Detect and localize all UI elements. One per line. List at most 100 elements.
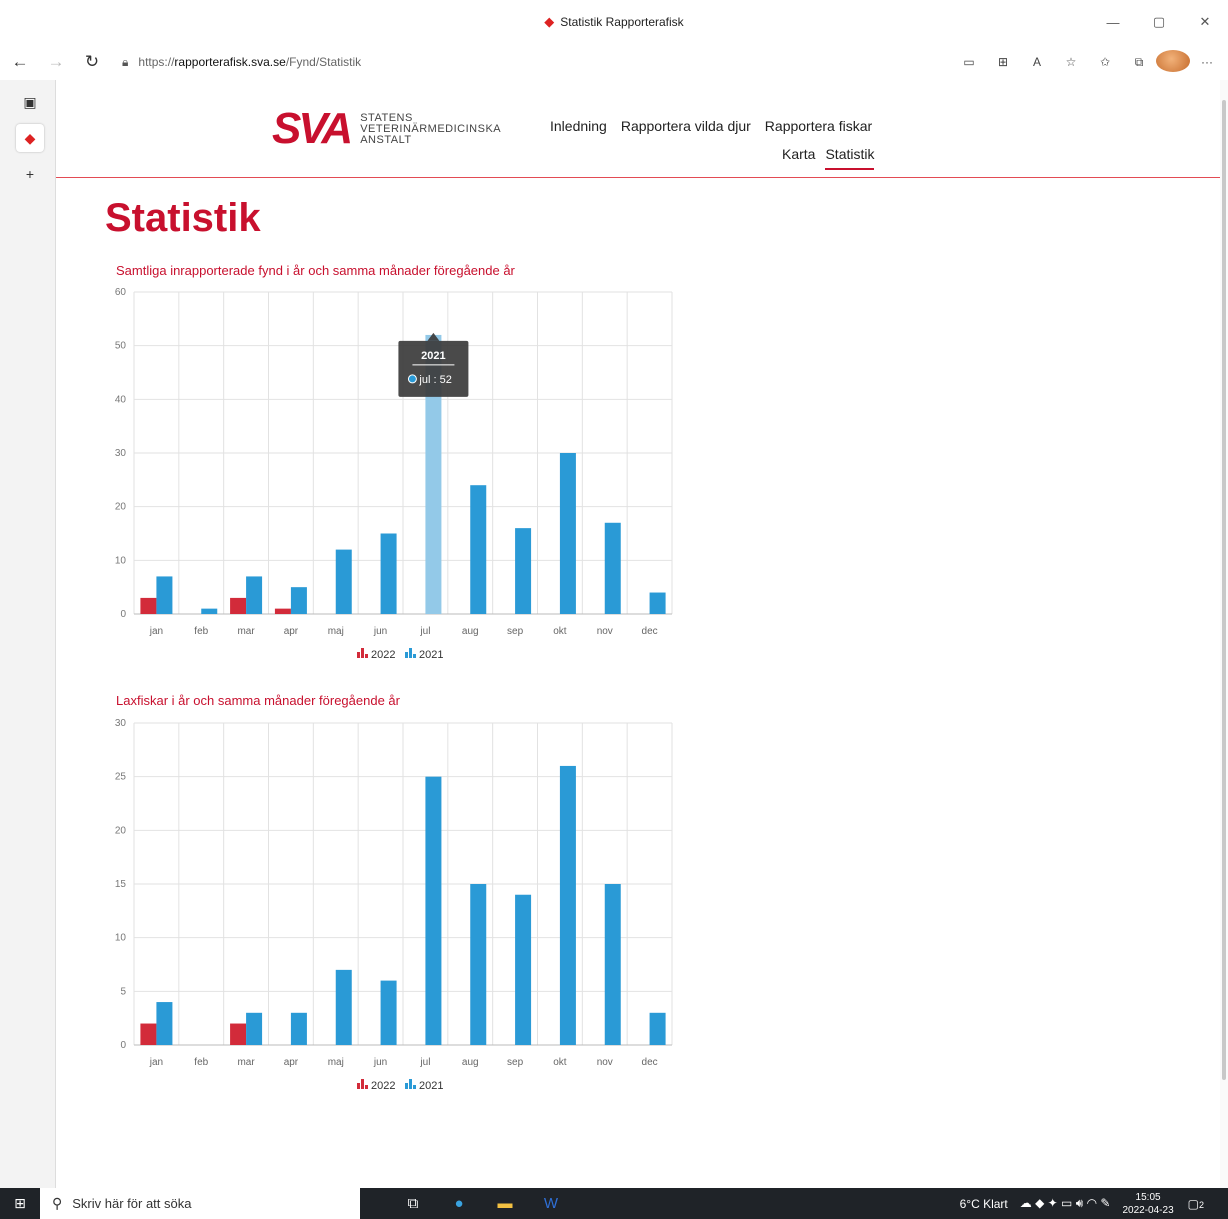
clock-time: 15:05 xyxy=(1135,1191,1161,1203)
windows-start-icon[interactable]: ⊞ xyxy=(0,1188,40,1219)
bar-2021-dec[interactable] xyxy=(649,1012,666,1045)
x-tick-label: apr xyxy=(284,1057,299,1068)
back-button[interactable]: ← xyxy=(4,47,36,77)
legend-item-2021[interactable]: 2021 xyxy=(405,1079,443,1092)
bar-2022-mar[interactable] xyxy=(230,597,247,614)
url-prefix: https:// xyxy=(138,55,175,69)
bar-2021-okt[interactable] xyxy=(559,453,576,614)
fish-icon: ◆ xyxy=(544,14,555,29)
close-button[interactable]: ✕ xyxy=(1182,0,1228,44)
y-tick-label: 25 xyxy=(115,772,127,783)
chart-title: Laxfiskar i år och samma månader föregåe… xyxy=(116,693,400,708)
task-view-icon[interactable]: ⧉ xyxy=(390,1195,436,1212)
page-scrollbar[interactable] xyxy=(1220,80,1228,1188)
tab-rapporterafisk[interactable]: ◆ xyxy=(16,124,44,152)
legend-bar-icon xyxy=(413,1085,416,1089)
x-tick-label: aug xyxy=(462,626,479,637)
browser-toolbar: ← → ↻ 🔒︎ https://rapporterafisk.sva.se/F… xyxy=(0,44,1228,80)
bar-2021-mar[interactable] xyxy=(246,576,263,614)
word-icon[interactable]: W xyxy=(528,1195,574,1212)
y-tick-label: 10 xyxy=(115,555,127,566)
legend-item-2022[interactable]: 2022 xyxy=(357,1079,395,1092)
x-tick-label: okt xyxy=(553,1057,567,1068)
x-tick-label: nov xyxy=(597,626,613,637)
bar-2021-jan[interactable] xyxy=(156,576,173,614)
bar-2021-sep[interactable] xyxy=(515,528,532,614)
legend-bar-icon xyxy=(409,1079,412,1089)
collections-icon[interactable]: ⧉ xyxy=(1122,55,1156,70)
legend-item-2022[interactable]: 2022 xyxy=(357,648,395,661)
bar-2021-jun[interactable] xyxy=(380,533,397,615)
tray-icons[interactable]: ☁ ◆ ✦ ▭ 🔊︎ ◠ ✎ xyxy=(1020,1196,1111,1211)
bar-2022-mar[interactable] xyxy=(230,1023,247,1045)
address-bar[interactable]: 🔒︎ https://rapporterafisk.sva.se/Fynd/St… xyxy=(122,47,882,77)
legend-bar-icon xyxy=(409,648,412,658)
x-tick-label: nov xyxy=(597,1057,613,1068)
bar-2021-maj[interactable] xyxy=(335,969,352,1045)
forward-button[interactable]: → xyxy=(40,47,72,77)
bar-2021-aug[interactable] xyxy=(470,884,487,1045)
legend-bar-icon xyxy=(357,652,360,658)
x-tick-label: sep xyxy=(507,1057,524,1068)
menu-item-inledning[interactable]: Inledning xyxy=(550,118,607,134)
x-tick-label: jun xyxy=(373,1057,387,1068)
bar-2021-aug[interactable] xyxy=(470,485,487,614)
x-tick-label: mar xyxy=(237,626,255,637)
notification-icon[interactable]: ▢2 xyxy=(1188,1197,1216,1211)
minimize-button[interactable]: — xyxy=(1090,0,1136,44)
menu-item-rapportera-vilda-djur[interactable]: Rapportera vilda djur xyxy=(621,118,751,134)
more-options-icon[interactable]: ··· xyxy=(1190,55,1224,69)
bar-2022-apr[interactable] xyxy=(274,608,291,614)
bar-2021-sep[interactable] xyxy=(515,894,532,1045)
avatar xyxy=(1156,49,1190,72)
bar-2021-maj[interactable] xyxy=(335,549,352,614)
bar-2021-nov[interactable] xyxy=(604,884,621,1045)
x-tick-label: sep xyxy=(507,626,524,637)
chart-title: Samtliga inrapporterade fynd i år och sa… xyxy=(116,263,515,278)
bar-2021-dec[interactable] xyxy=(649,592,666,614)
edge-icon[interactable]: ● xyxy=(436,1195,482,1212)
bar-2021-feb[interactable] xyxy=(201,608,218,614)
tab-actions-icon[interactable]: ▣ xyxy=(16,88,44,116)
bar-2021-apr[interactable] xyxy=(290,587,307,614)
legend-item-2021[interactable]: 2021 xyxy=(405,648,443,661)
x-tick-label: okt xyxy=(553,626,567,637)
y-tick-label: 40 xyxy=(115,394,127,405)
bar-2021-nov[interactable] xyxy=(604,522,621,614)
new-tab-icon[interactable]: + xyxy=(16,160,44,188)
clock[interactable]: 15:05 2022-04-23 xyxy=(1122,1191,1173,1217)
weather-widget[interactable]: 6°C Klart xyxy=(960,1197,1008,1211)
y-tick-label: 50 xyxy=(115,341,127,352)
file-explorer-icon[interactable]: ▬ xyxy=(482,1195,528,1212)
x-tick-label: jun xyxy=(373,626,387,637)
bar-2021-jul[interactable] xyxy=(425,776,442,1045)
menu-item-rapportera-fiskar[interactable]: Rapportera fiskar xyxy=(765,118,872,134)
refresh-button[interactable]: ↻ xyxy=(76,47,108,77)
extensions-icon[interactable]: ⊞ xyxy=(986,55,1020,69)
page-content: SVA STATENS VETERINÄRMEDICINSKA ANSTALT … xyxy=(56,80,1220,1188)
add-favorite-icon[interactable]: ☆ xyxy=(1054,55,1088,69)
tooltip-value: jul : 52 xyxy=(418,374,451,386)
favorites-icon[interactable]: ✩ xyxy=(1088,55,1122,69)
sva-logo[interactable]: SVA STATENS VETERINÄRMEDICINSKA ANSTALT xyxy=(272,104,501,154)
read-aloud-icon[interactable]: A xyxy=(1020,55,1054,69)
submenu-item-statistik[interactable]: Statistik xyxy=(825,146,875,170)
restore-button[interactable]: ▢ xyxy=(1136,0,1182,44)
clock-date: 2022-04-23 xyxy=(1122,1204,1174,1216)
app-available-icon[interactable]: ▭ xyxy=(952,55,986,69)
bar-2021-apr[interactable] xyxy=(290,1012,307,1045)
submenu-item-karta[interactable]: Karta xyxy=(782,146,815,170)
site-header: SVA STATENS VETERINÄRMEDICINSKA ANSTALT … xyxy=(56,80,1220,178)
bar-2021-jun[interactable] xyxy=(380,980,397,1045)
scrollbar-thumb[interactable] xyxy=(1222,100,1226,1080)
bar-2021-jan[interactable] xyxy=(156,1002,173,1045)
sub-menu: Karta Statistik xyxy=(782,146,884,170)
bar-2022-jan[interactable] xyxy=(140,597,157,614)
bar-2021-okt[interactable] xyxy=(559,765,576,1045)
bar-2021-mar[interactable] xyxy=(246,1012,263,1045)
window-title: Statistik Rapporterafisk xyxy=(560,15,684,29)
profile-avatar[interactable] xyxy=(1156,49,1190,75)
taskbar-search[interactable]: ⚲ Skriv här för att söka xyxy=(40,1188,360,1219)
windows-taskbar: ⊞ ⚲ Skriv här för att söka ⧉ ● ▬ W 6°C K… xyxy=(0,1188,1228,1219)
bar-2022-jan[interactable] xyxy=(140,1023,157,1045)
